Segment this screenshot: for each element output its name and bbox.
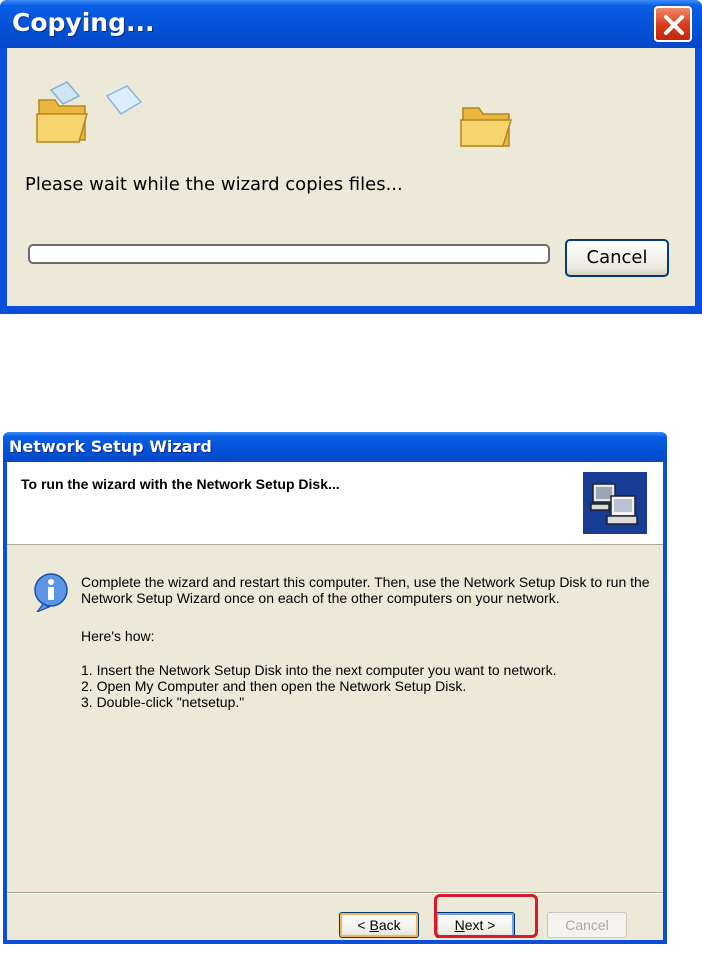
back-arrow: < bbox=[357, 917, 370, 933]
title-bar[interactable]: Copying... bbox=[0, 0, 702, 48]
title-bar[interactable]: Network Setup Wizard bbox=[3, 432, 667, 462]
network-setup-wizard: Network Setup Wizard To run the wizard w… bbox=[3, 432, 667, 944]
list-item: 3. Double-click "netsetup." bbox=[81, 694, 245, 710]
close-icon bbox=[664, 15, 684, 35]
paper-icon bbox=[105, 85, 143, 115]
back-label: ack bbox=[378, 917, 401, 933]
network-computers-icon bbox=[583, 472, 647, 534]
list-item: 1. Insert the Network Setup Disk into th… bbox=[81, 662, 557, 678]
cancel-button[interactable]: Cancel bbox=[547, 912, 627, 938]
status-message: Please wait while the wizard copies file… bbox=[25, 174, 403, 195]
steps-list: 1. Insert the Network Setup Disk into th… bbox=[81, 662, 556, 710]
howto-label: Here's how: bbox=[81, 628, 155, 644]
wizard-body: To run the wizard with the Network Setup… bbox=[7, 462, 663, 940]
window-title: Network Setup Wizard bbox=[9, 437, 212, 456]
back-accelerator: B bbox=[369, 917, 379, 933]
copying-dialog: Copying... Please wait while the wizard … bbox=[0, 0, 702, 314]
info-icon bbox=[34, 573, 68, 612]
back-button[interactable]: < Back bbox=[339, 912, 419, 938]
close-button[interactable] bbox=[654, 6, 692, 42]
cancel-button[interactable]: Cancel bbox=[565, 239, 669, 277]
page-title: To run the wizard with the Network Setup… bbox=[21, 476, 340, 492]
progress-bar bbox=[28, 244, 550, 264]
wizard-header: To run the wizard with the Network Setup… bbox=[7, 462, 663, 545]
dialog-body: Please wait while the wizard copies file… bbox=[7, 48, 695, 306]
list-item: 2. Open My Computer and then open the Ne… bbox=[81, 678, 467, 694]
next-button-highlight bbox=[434, 894, 538, 938]
instruction-text: Complete the wizard and restart this com… bbox=[81, 574, 650, 606]
divider bbox=[7, 892, 663, 894]
dialog-title: Copying... bbox=[12, 8, 155, 37]
folder-icon bbox=[460, 107, 513, 147]
